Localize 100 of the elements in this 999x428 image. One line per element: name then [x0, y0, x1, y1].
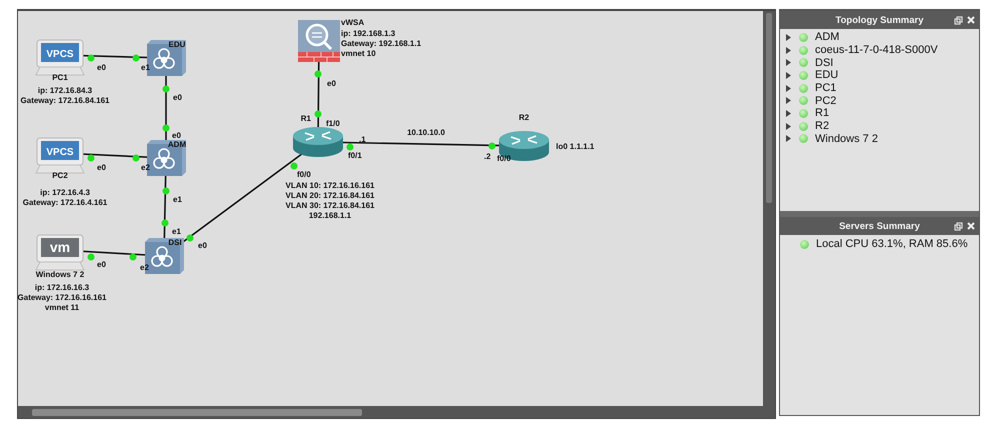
port-status-dot [314, 110, 322, 118]
vertical-scrollbar[interactable] [763, 11, 775, 418]
node-label: R1 [300, 114, 311, 123]
node-note: VLAN 10: 172.16.16.161 [286, 181, 374, 190]
close-icon[interactable] [967, 222, 975, 230]
node-note: VLAN 30: 172.16.84.161 [286, 201, 374, 210]
node-note: Gateway: 192.168.1.1 [341, 39, 422, 48]
port-label: e0 [97, 163, 106, 172]
node-name[interactable]: PC2 [815, 94, 836, 107]
status-dot [799, 122, 808, 131]
port-status-dot [132, 154, 140, 162]
node-name[interactable]: DSI [815, 56, 834, 69]
node-label: Windows 7 2 [36, 270, 84, 279]
port-status-dot [346, 144, 354, 150]
port-status-dot [314, 70, 322, 78]
port-label: e0 [327, 79, 336, 88]
server-status: Local CPU 63.1%, RAM 85.6% [816, 238, 968, 250]
port-status-dot [88, 154, 94, 162]
status-dot [799, 96, 808, 106]
port-status-dot [162, 86, 170, 92]
port-status-dot [162, 124, 170, 132]
port-label: e0 [97, 63, 106, 72]
node-name[interactable]: R2 [815, 120, 830, 132]
expand-arrow-icon[interactable] [786, 122, 792, 130]
node-note: 192.168.1.1 [308, 211, 352, 220]
node-note: Gateway: 172.16.4.161 [22, 198, 108, 207]
port-label: f0/1 [348, 151, 362, 160]
status-dot [799, 32, 808, 42]
undock-icon[interactable] [954, 222, 963, 231]
expand-arrow-icon[interactable] [786, 110, 792, 117]
port-label: e1 [172, 227, 181, 236]
port-label: e0 [172, 131, 181, 140]
panel-title: Topology Summary [836, 14, 924, 26]
node-note: ip: 172.16.84.3 [38, 86, 92, 95]
expand-arrow-icon[interactable] [786, 46, 792, 54]
expand-arrow-icon[interactable] [786, 34, 792, 41]
expand-arrow-icon[interactable] [786, 97, 792, 104]
port-status-dot [132, 54, 140, 62]
node-note: ip: 192.168.1.3 [341, 29, 396, 38]
status-dot [799, 58, 808, 68]
router-icon[interactable] [499, 131, 549, 161]
screen-text: VPCS [46, 49, 74, 60]
expand-arrow-icon[interactable] [786, 84, 792, 92]
node-note: ip: 172.16.16.3 [34, 283, 90, 292]
screen-text: VPCS [46, 147, 74, 158]
port-label: f1/0 [326, 119, 340, 128]
port-status-dot [88, 254, 94, 260]
port-status-dot [88, 54, 94, 62]
computer-icon[interactable] [35, 40, 85, 76]
node-label: DSI [168, 238, 182, 247]
node-name[interactable]: ADM [815, 31, 840, 44]
node-name[interactable]: coeus-11-7-0-418-S000V [815, 44, 938, 56]
port-status-dot [186, 234, 194, 242]
node-label: vWSA [341, 18, 364, 27]
port-label: e2 [140, 263, 149, 272]
status-dot [799, 84, 808, 93]
node-name[interactable]: EDU [815, 69, 838, 82]
status-dot [799, 46, 808, 55]
port-label: e0 [198, 241, 207, 250]
expand-arrow-icon[interactable] [786, 135, 792, 142]
port-label: e0 [97, 260, 106, 269]
node-name[interactable]: R1 [815, 107, 830, 120]
node-note: vmnet 10 [341, 49, 376, 58]
port-label: e0 [173, 93, 182, 102]
address-label: .1 [359, 135, 366, 144]
close-icon[interactable] [967, 16, 975, 24]
undock-icon[interactable] [954, 16, 963, 25]
node-label: ADM [168, 140, 186, 149]
status-dot [800, 240, 809, 249]
computer-icon[interactable] [35, 138, 85, 174]
expand-arrow-icon[interactable] [786, 59, 792, 66]
node-note: lo0 1.1.1.1 [556, 142, 594, 151]
router-icon[interactable] [293, 127, 343, 157]
expand-arrow-icon[interactable] [786, 72, 792, 79]
computer-icon[interactable] [35, 234, 85, 270]
status-dot [799, 108, 808, 118]
node-name[interactable]: PC1 [815, 82, 836, 94]
port-label: f0/0 [497, 154, 511, 163]
port-status-dot [162, 188, 170, 194]
horizontal-scrollbar[interactable] [18, 406, 763, 418]
port-status-dot [488, 142, 496, 150]
node-name[interactable]: Windows 7 2 [815, 132, 878, 145]
node-note: vmnet 11 [44, 303, 80, 312]
node-label: EDU [168, 40, 186, 49]
status-dot [799, 70, 808, 80]
port-label: e2 [141, 163, 150, 172]
port-label: e1 [141, 63, 150, 72]
node-note: ip: 172.16.4.3 [40, 188, 90, 197]
address-label: .2 [484, 152, 491, 161]
port-status-dot [162, 220, 168, 226]
firewall-icon[interactable] [298, 20, 340, 62]
panel-title: Servers Summary [839, 220, 920, 232]
port-status-dot [130, 254, 136, 260]
screen-text: vm [50, 239, 70, 255]
node-label: PC1 [52, 73, 68, 82]
port-label: e1 [173, 195, 182, 204]
node-note: Gateway: 172.16.84.161 [20, 96, 110, 105]
port-label: f0/0 [297, 170, 311, 179]
link-label: 10.10.10.0 [407, 128, 445, 137]
status-dot [799, 134, 808, 144]
